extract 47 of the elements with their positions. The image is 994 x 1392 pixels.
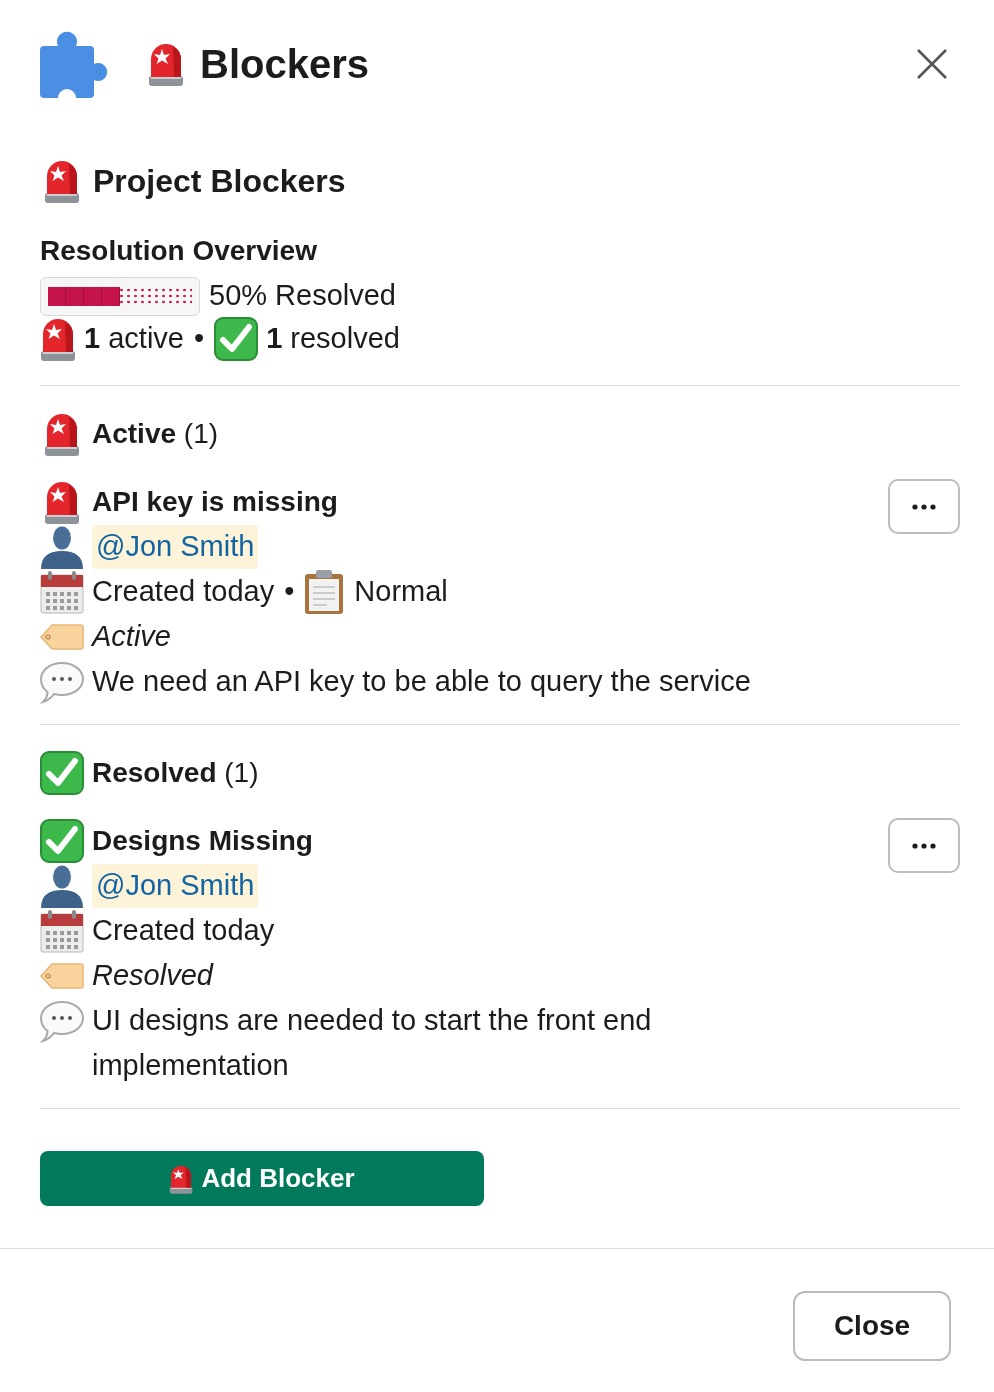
person-silhouette-icon bbox=[40, 863, 84, 908]
group-heading: Active (1) bbox=[92, 417, 219, 451]
item-title: Designs Missing bbox=[92, 823, 313, 858]
created-date: Created today bbox=[92, 912, 275, 948]
check-icon bbox=[40, 751, 84, 795]
assignee-mention[interactable]: @Jon Smith bbox=[92, 524, 259, 569]
check-icon bbox=[214, 317, 259, 361]
priority-label: Normal bbox=[354, 573, 448, 609]
speech-bubble-icon bbox=[40, 998, 84, 1043]
calendar-icon bbox=[40, 569, 84, 614]
bullet-separator: • bbox=[284, 573, 295, 609]
more-button[interactable] bbox=[888, 818, 960, 873]
item-description: UI designs are needed to start the front end implementation bbox=[92, 1003, 653, 1083]
overview-heading: Resolution Overview bbox=[40, 234, 317, 268]
created-date: Created today bbox=[92, 573, 275, 609]
progress-reading: 50% Resolved bbox=[209, 278, 396, 314]
add-blocker-button[interactable]: Add Blocker bbox=[40, 1151, 484, 1206]
siren-icon bbox=[44, 159, 80, 203]
more-button[interactable] bbox=[888, 479, 960, 534]
item-description: We need an API key to be able to query the service bbox=[92, 664, 751, 699]
siren-icon bbox=[44, 479, 80, 524]
check-icon bbox=[40, 818, 84, 863]
siren-icon bbox=[148, 42, 184, 86]
bullet-separator: • bbox=[193, 321, 205, 357]
speech-bubble-icon bbox=[40, 659, 84, 704]
item-title: API key is missing bbox=[92, 484, 338, 519]
resolved-count: 1 resolved bbox=[266, 321, 400, 357]
puzzle-piece-icon bbox=[40, 30, 108, 98]
close-icon bbox=[917, 49, 947, 79]
modal-title: Blockers bbox=[200, 44, 369, 84]
section-title: Project Blockers bbox=[93, 165, 346, 197]
more-icon bbox=[912, 842, 936, 849]
calendar-icon bbox=[40, 908, 84, 953]
group-heading: Resolved (1) bbox=[92, 756, 259, 790]
assignee-mention[interactable]: @Jon Smith bbox=[92, 863, 259, 908]
close-footer-button[interactable]: Close bbox=[793, 1291, 951, 1361]
more-icon bbox=[912, 503, 936, 510]
status-label: Resolved bbox=[92, 957, 213, 993]
person-silhouette-icon bbox=[40, 524, 84, 569]
tag-icon bbox=[40, 962, 84, 989]
active-count: 1 active bbox=[84, 321, 184, 357]
tag-icon bbox=[40, 623, 84, 650]
siren-icon bbox=[40, 317, 76, 361]
clipboard-icon bbox=[304, 569, 345, 614]
siren-icon bbox=[169, 1163, 194, 1194]
siren-icon bbox=[44, 412, 80, 456]
status-label: Active bbox=[92, 618, 171, 654]
